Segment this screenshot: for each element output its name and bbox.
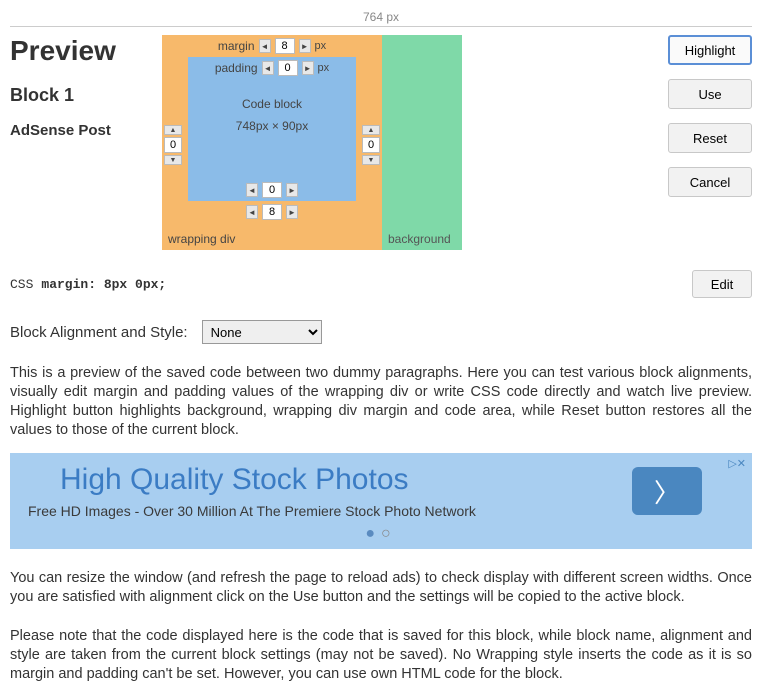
margin-right-decrease[interactable]: ▼	[362, 155, 380, 165]
alignment-row: Block Alignment and Style: None	[10, 320, 752, 344]
alignment-label: Block Alignment and Style:	[10, 324, 188, 341]
margin-right-input[interactable]	[362, 137, 380, 153]
padding-bottom-decrease[interactable]: ◄	[246, 183, 258, 197]
code-block-dims: 748px × 90px	[188, 119, 356, 133]
margin-bottom-control: ◄ ►	[162, 201, 382, 223]
padding-label: padding	[215, 61, 258, 75]
description-paragraph-2: You can resize the window (and refresh t…	[10, 569, 752, 607]
padding-top-control: padding ◄ ► px	[188, 57, 356, 79]
code-block-area: Code block 748px × 90px	[188, 79, 356, 179]
top-section: Preview Block 1 AdSense Post margin ◄ ► …	[10, 35, 752, 250]
margin-label: margin	[218, 39, 255, 53]
background-label: background	[388, 232, 451, 246]
description-paragraph-3: Please note that the code displayed here…	[10, 627, 752, 684]
cancel-button[interactable]: Cancel	[668, 167, 752, 197]
margin-top-increase[interactable]: ►	[299, 39, 311, 53]
margin-right-control: ▲ ▼	[362, 125, 380, 165]
margin-bottom-decrease[interactable]: ◄	[246, 205, 258, 219]
css-label: CSS	[10, 277, 33, 292]
alignment-select[interactable]: None	[202, 320, 322, 344]
highlight-button[interactable]: Highlight	[668, 35, 752, 65]
box-model-diagram: margin ◄ ► px padding ◄ ► px ▲ ▼ ▲	[162, 35, 382, 250]
diagram-wrap: margin ◄ ► px padding ◄ ► px ▲ ▼ ▲	[162, 35, 462, 250]
preview-title: Preview	[10, 35, 150, 67]
css-code: margin: 8px 0px;	[41, 277, 166, 292]
margin-left-input[interactable]	[164, 137, 182, 153]
margin-right-increase[interactable]: ▲	[362, 125, 380, 135]
padding-bottom-input[interactable]	[262, 182, 282, 198]
margin-unit: px	[315, 40, 327, 52]
margin-left-control: ▲ ▼	[164, 125, 182, 165]
reset-button[interactable]: Reset	[668, 123, 752, 153]
use-button[interactable]: Use	[668, 79, 752, 109]
padding-top-decrease[interactable]: ◄	[262, 61, 274, 75]
description-paragraph-1: This is a preview of the saved code betw…	[10, 364, 752, 439]
padding-unit: px	[318, 62, 330, 74]
code-block-title: Code block	[188, 97, 356, 111]
dimension-ruler: 764 px	[10, 10, 752, 27]
css-row: CSS margin: 8px 0px; Edit	[10, 270, 752, 298]
padding-bottom-control: ◄ ►	[188, 179, 356, 201]
margin-top-control: margin ◄ ► px	[162, 35, 382, 57]
margin-bottom-increase[interactable]: ►	[286, 205, 298, 219]
ad-pagination-dots[interactable]: ●○	[24, 525, 738, 543]
margin-left-decrease[interactable]: ▼	[164, 155, 182, 165]
left-column: Preview Block 1 AdSense Post	[10, 35, 150, 139]
action-buttons: Highlight Use Reset Cancel	[668, 35, 752, 197]
block-title: Block 1	[10, 85, 150, 106]
adsense-title: AdSense Post	[10, 122, 150, 139]
margin-top-decrease[interactable]: ◄	[259, 39, 271, 53]
ad-next-arrow-icon[interactable]: 〉	[632, 467, 702, 515]
margin-top-input[interactable]	[275, 38, 295, 54]
wrapping-div-label: wrapping div	[168, 232, 235, 246]
ad-banner: ▷✕ High Quality Stock Photos Free HD Ima…	[10, 453, 752, 549]
padding-top-increase[interactable]: ►	[302, 61, 314, 75]
margin-bottom-input[interactable]	[262, 204, 282, 220]
edit-button[interactable]: Edit	[692, 270, 752, 298]
ad-close-icon[interactable]: ▷✕	[728, 457, 746, 470]
background-panel: background	[382, 35, 462, 250]
padding-top-input[interactable]	[278, 60, 298, 76]
padding-bottom-increase[interactable]: ►	[286, 183, 298, 197]
margin-left-increase[interactable]: ▲	[164, 125, 182, 135]
